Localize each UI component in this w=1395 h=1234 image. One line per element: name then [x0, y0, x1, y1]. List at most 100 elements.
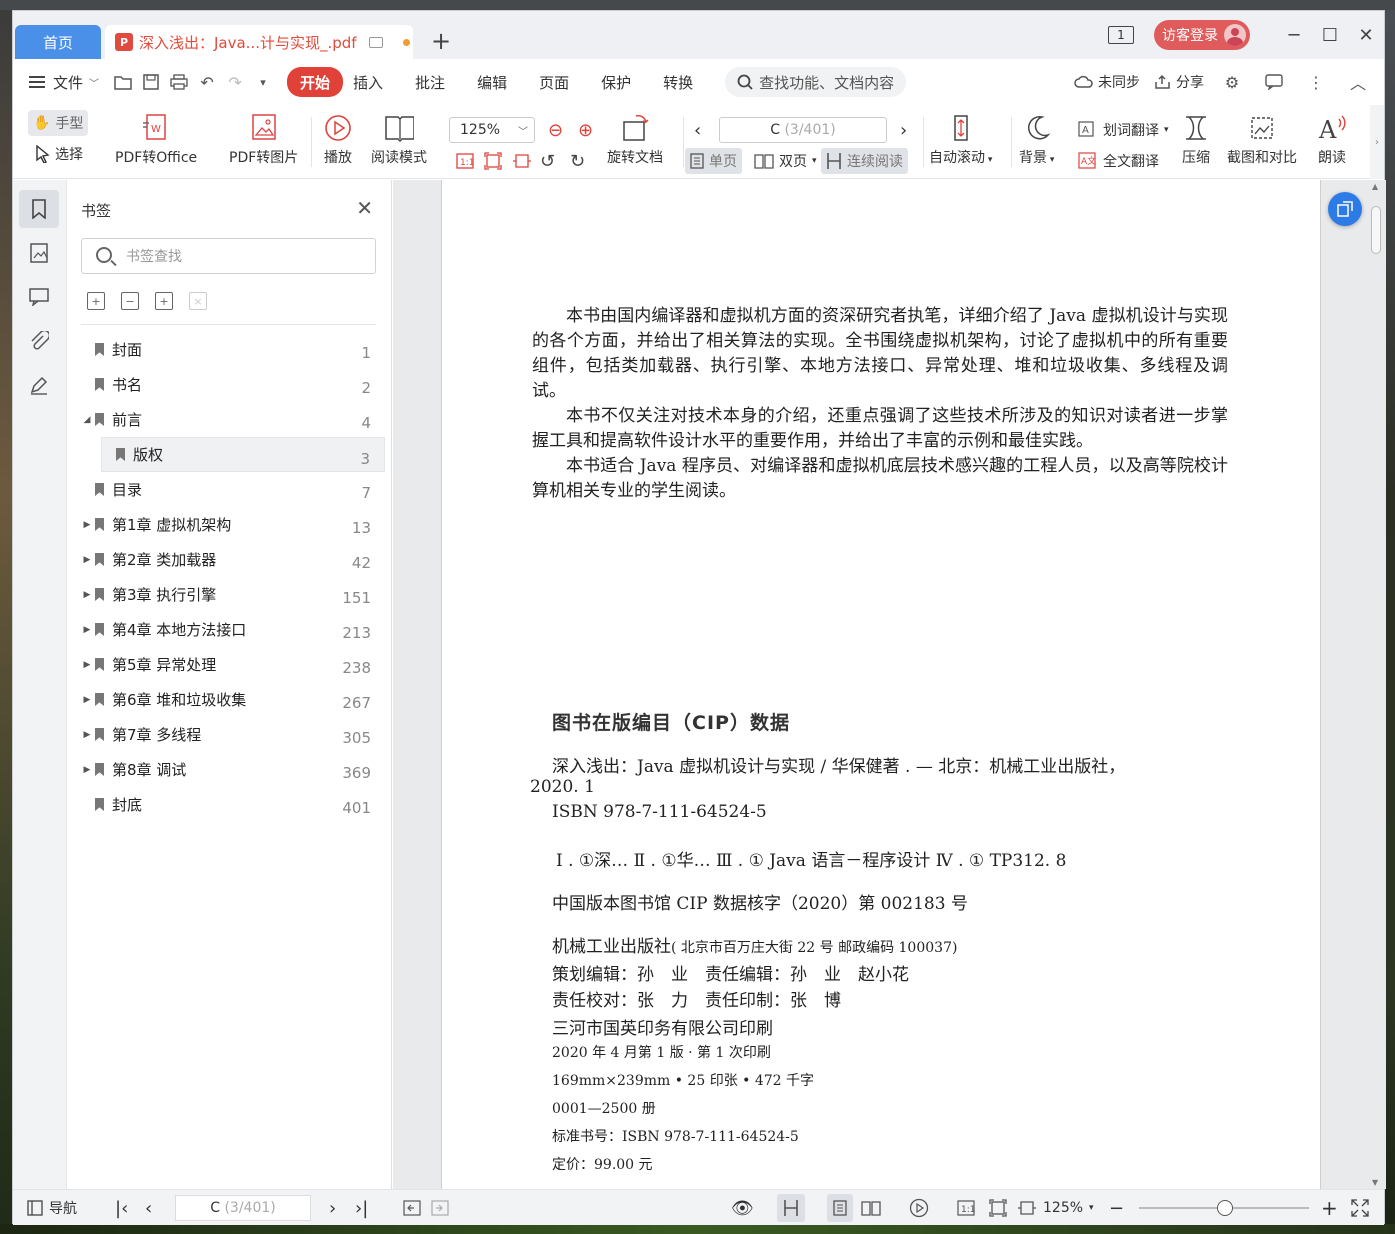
- maximize-icon[interactable]: ☐: [1312, 19, 1348, 51]
- attachment-icon[interactable]: [19, 322, 59, 360]
- page-indicator-icon[interactable]: 1: [1108, 26, 1134, 44]
- expand-arrow-icon[interactable]: ▶: [81, 765, 93, 775]
- print-icon[interactable]: [170, 73, 188, 91]
- zoom-out-icon[interactable]: ⊖: [543, 117, 568, 143]
- fit-page-icon[interactable]: [479, 148, 507, 174]
- comment-icon[interactable]: [1265, 73, 1283, 91]
- forward-icon[interactable]: [431, 1190, 449, 1226]
- prev-page-icon[interactable]: ‹: [689, 117, 706, 143]
- zoom-in-icon[interactable]: ⊕: [573, 117, 598, 143]
- zoom-slider[interactable]: [1139, 1200, 1309, 1216]
- login-button[interactable]: 访客登录: [1154, 20, 1250, 50]
- rotate-doc-button[interactable]: 旋转文档: [607, 113, 663, 167]
- expand-arrow-icon[interactable]: ▶: [81, 730, 93, 740]
- delete-bookmark-icon[interactable]: ×: [189, 292, 207, 310]
- bookmark-item[interactable]: 版权 3: [101, 437, 385, 472]
- scroll-thumb[interactable]: [1371, 206, 1381, 254]
- tab-convert[interactable]: 转换: [647, 67, 709, 97]
- page-number-input[interactable]: C (3/401): [719, 117, 887, 143]
- navigation-toggle[interactable]: 导航: [27, 1190, 77, 1226]
- tab-home[interactable]: 首页: [15, 25, 101, 59]
- tab-page[interactable]: 页面: [523, 67, 585, 97]
- expand-arrow-icon[interactable]: ▶: [81, 695, 93, 705]
- screen-icon[interactable]: [368, 36, 383, 48]
- vertical-scrollbar[interactable]: ▲ ▼: [1370, 180, 1382, 1189]
- bookmark-item[interactable]: 书名 2: [81, 367, 385, 402]
- fit-width-icon[interactable]: [507, 148, 537, 174]
- double-page-mode-icon[interactable]: [861, 1190, 881, 1226]
- read-aloud-button[interactable]: A 朗读: [1317, 113, 1347, 167]
- fit-page-icon[interactable]: [989, 1190, 1007, 1226]
- next-page-icon[interactable]: ›: [329, 1190, 336, 1226]
- zoom-slider-knob[interactable]: [1217, 1200, 1233, 1216]
- add-bookmark-icon[interactable]: +: [155, 292, 173, 310]
- last-page-icon[interactable]: ›|: [355, 1190, 368, 1226]
- word-translate-button[interactable]: A 划词翻译 ▾: [1073, 117, 1174, 143]
- expand-arrow-icon[interactable]: ▶: [81, 590, 93, 600]
- feature-search[interactable]: 查找功能、文档内容: [725, 67, 907, 97]
- settings-gear-icon[interactable]: ⚙: [1223, 73, 1241, 92]
- close-icon[interactable]: ✕: [1348, 19, 1384, 51]
- tab-edit[interactable]: 编辑: [461, 67, 523, 97]
- sync-status[interactable]: 未同步: [1074, 72, 1140, 92]
- zoom-in-button[interactable]: +: [1321, 1190, 1338, 1226]
- ribbon-scroll-right-icon[interactable]: ›: [1370, 105, 1384, 179]
- bookmark-item[interactable]: 封底 401: [81, 787, 385, 822]
- bookmark-item[interactable]: ▶ 第3章 执行引擎 151: [81, 577, 385, 612]
- zoom-out-button[interactable]: −: [1109, 1190, 1124, 1226]
- bookmark-item[interactable]: ▶ 第8章 调试 369: [81, 752, 385, 787]
- redo-icon[interactable]: ↷: [226, 73, 244, 92]
- bookmark-search-input[interactable]: 书签查找: [81, 238, 376, 274]
- auto-scroll-button[interactable]: 自动滚动 ▾: [929, 113, 992, 167]
- share-button[interactable]: 分享: [1154, 72, 1204, 92]
- expand-arrow-icon[interactable]: ▶: [81, 625, 93, 635]
- play-mode-icon[interactable]: [909, 1190, 929, 1226]
- bookmark-item[interactable]: ◢ 前言 4: [81, 402, 385, 437]
- add-tab-button[interactable]: +: [431, 29, 451, 53]
- expand-arrow-icon[interactable]: ◢: [81, 415, 93, 425]
- tab-annotate[interactable]: 批注: [399, 67, 461, 97]
- more-icon[interactable]: ⋮: [1307, 73, 1325, 92]
- tab-start[interactable]: 开始: [287, 67, 344, 97]
- collapse-all-icon[interactable]: −: [121, 292, 139, 310]
- bookmark-item[interactable]: 封面 1: [81, 332, 385, 367]
- background-button[interactable]: 背景 ▾: [1019, 113, 1054, 167]
- bookmark-item[interactable]: ▶ 第7章 多线程 305: [81, 717, 385, 752]
- panel-close-icon[interactable]: ✕: [356, 196, 373, 220]
- play-button[interactable]: 播放: [323, 113, 353, 167]
- tab-insert[interactable]: 插入: [353, 67, 399, 97]
- expand-all-icon[interactable]: +: [87, 292, 105, 310]
- expand-arrow-icon[interactable]: ▶: [81, 520, 93, 530]
- actual-size-icon[interactable]: 1:1: [451, 148, 479, 174]
- screenshot-compare-button[interactable]: 截图和对比: [1227, 113, 1297, 167]
- annotation-list-icon[interactable]: [19, 278, 59, 316]
- rotate-left-icon[interactable]: ↺: [535, 148, 560, 174]
- bookmark-item[interactable]: ▶ 第6章 堆和垃圾收集 267: [81, 682, 385, 717]
- hand-tool-button[interactable]: ✋ 手型: [28, 110, 89, 136]
- file-menu[interactable]: 文件 ﹀: [19, 67, 109, 97]
- floating-convert-button[interactable]: [1328, 192, 1362, 226]
- minimize-icon[interactable]: ─: [1276, 19, 1312, 51]
- actual-size-icon[interactable]: 1:1: [957, 1190, 975, 1226]
- collapse-ribbon-icon[interactable]: ︿: [1349, 73, 1367, 93]
- pdf-to-office-button[interactable]: W PDF转Office: [115, 113, 197, 167]
- back-icon[interactable]: [403, 1190, 421, 1226]
- open-folder-icon[interactable]: [114, 73, 132, 91]
- select-tool-button[interactable]: 选择: [31, 141, 88, 167]
- zoom-control[interactable]: 125% ▾: [1017, 1190, 1094, 1226]
- status-page-input[interactable]: C (3/401): [175, 1195, 311, 1221]
- bookmark-item[interactable]: ▶ 第4章 本地方法接口 213: [81, 612, 385, 647]
- bookmark-item[interactable]: ▶ 第1章 虚拟机架构 13: [81, 507, 385, 542]
- bookmark-panel-icon[interactable]: [19, 190, 59, 228]
- prev-page-icon[interactable]: ‹: [145, 1190, 152, 1226]
- bookmark-item[interactable]: ▶ 第2章 类加载器 42: [81, 542, 385, 577]
- bookmark-item[interactable]: ▶ 第5章 异常处理 238: [81, 647, 385, 682]
- save-icon[interactable]: [142, 73, 160, 91]
- tab-document[interactable]: P 深入浅出：Java...计与实现_.pdf: [105, 25, 413, 59]
- undo-icon[interactable]: ↶: [198, 73, 216, 92]
- thumbnail-icon[interactable]: [19, 234, 59, 272]
- double-page-button[interactable]: 双页 ▾: [749, 148, 822, 174]
- read-mode-button[interactable]: 阅读模式: [371, 113, 427, 167]
- signature-icon[interactable]: [19, 366, 59, 404]
- zoom-select[interactable]: 125% ﹀: [449, 117, 535, 143]
